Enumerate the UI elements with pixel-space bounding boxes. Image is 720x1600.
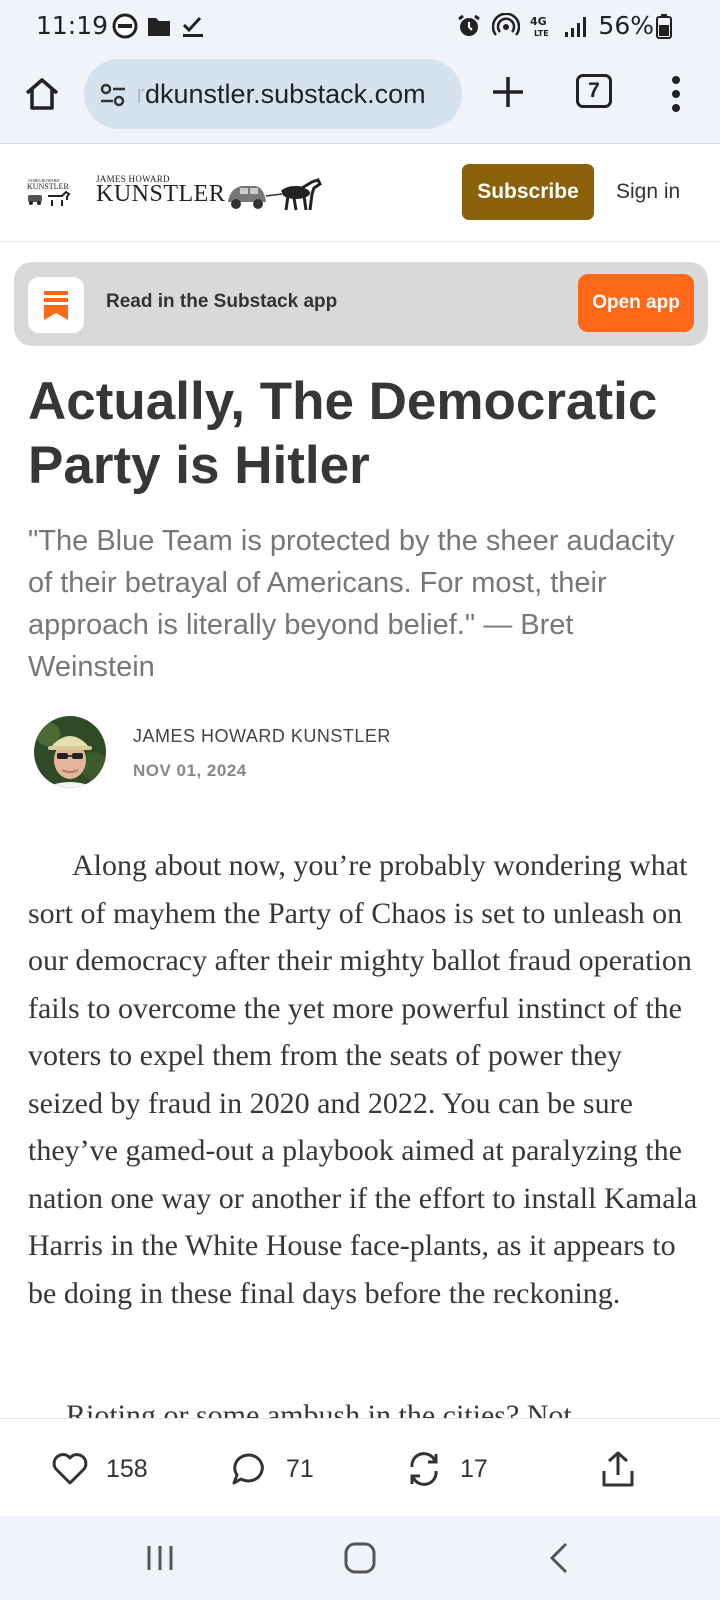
- substack-logo-icon: [44, 291, 68, 320]
- recents-icon[interactable]: [140, 1538, 180, 1578]
- folder-icon: [148, 18, 170, 36]
- plus-icon[interactable]: [488, 72, 528, 112]
- more-vert-icon[interactable]: [664, 72, 688, 116]
- lidl-app-icon: [112, 13, 138, 39]
- restack-button[interactable]: 17: [404, 1447, 488, 1491]
- article-body: Along about now, you’re probably wonderi…: [28, 842, 704, 1317]
- battery-percent: 56%: [598, 11, 654, 40]
- publication-logo[interactable]: JAMES HOWARD KUNSTLER: [96, 174, 336, 216]
- app-banner: Read in the Substack app Open app: [14, 262, 708, 346]
- sign-in-link[interactable]: Sign in: [616, 180, 680, 204]
- app-banner-text: Read in the Substack app: [106, 291, 338, 312]
- heart-icon: [52, 1453, 88, 1485]
- restack-icon: [410, 1452, 438, 1486]
- signal-icon: [565, 16, 587, 37]
- battery-icon: [656, 13, 672, 39]
- comment-button[interactable]: 71: [230, 1447, 314, 1491]
- back-icon[interactable]: [540, 1538, 580, 1578]
- tune-icon[interactable]: [98, 80, 128, 110]
- body-paragraph-peek: Rioting or some ambush in the cities? No…: [66, 1399, 572, 1418]
- system-icons: 4G LTE 56%: [456, 11, 672, 40]
- status-time: 11:19: [36, 11, 109, 40]
- nav-home-icon[interactable]: [340, 1538, 380, 1578]
- home-icon[interactable]: [22, 74, 62, 114]
- lte-icon: 4G LTE: [530, 15, 549, 38]
- browser-toolbar: rdkunstler.substack.com 7: [0, 52, 720, 144]
- svg-text:4G: 4G: [530, 15, 547, 28]
- address-bar[interactable]: rdkunstler.substack.com: [84, 59, 462, 129]
- publication-logo-small[interactable]: JAMES HOWARD KUNSTLER: [26, 176, 74, 208]
- svg-text:LTE: LTE: [534, 29, 549, 38]
- tab-switcher-button[interactable]: 7: [576, 74, 612, 108]
- logo-name: KUNSTLER: [96, 181, 226, 207]
- subscribe-button[interactable]: Subscribe: [462, 164, 594, 220]
- url-domain: dkunstler.substack.com: [145, 79, 426, 109]
- url-text: rdkunstler.substack.com: [136, 79, 426, 110]
- author-avatar[interactable]: [34, 716, 106, 788]
- status-bar: 11:19 4G LTE 56%: [0, 0, 720, 52]
- author-name[interactable]: JAMES HOWARD KUNSTLER: [133, 726, 391, 747]
- substack-app-icon: [28, 277, 84, 333]
- task-check-icon: [182, 16, 203, 37]
- post-date: NOV 01, 2024: [133, 761, 247, 780]
- site-header: JAMES HOWARD KUNSTLER JAMES HOWARD KUNST…: [0, 144, 720, 242]
- open-app-button[interactable]: Open app: [578, 274, 694, 332]
- author-photo: [34, 716, 106, 788]
- article-subtitle: "The Blue Team is protected by the sheer…: [28, 525, 675, 683]
- notification-icons: [112, 13, 206, 39]
- system-navigation-bar: [0, 1516, 720, 1600]
- svg-text:KUNSTLER: KUNSTLER: [27, 182, 69, 191]
- share-icon: [602, 1451, 634, 1487]
- article-title: Actually, The Democratic Party is Hitler: [28, 372, 658, 495]
- restack-count: 17: [460, 1454, 488, 1483]
- comment-icon: [232, 1453, 264, 1485]
- like-count: 158: [106, 1454, 148, 1483]
- engagement-bar: 158 71 17: [0, 1418, 720, 1516]
- comment-count: 71: [286, 1454, 314, 1483]
- tab-count: 7: [588, 79, 600, 102]
- url-faded-prefix: r: [136, 79, 145, 109]
- like-button[interactable]: 158: [50, 1447, 148, 1491]
- car-horse-illustration: [228, 178, 322, 211]
- hotspot-icon: [492, 12, 521, 36]
- share-button[interactable]: [598, 1447, 638, 1491]
- body-paragraph: Along about now, you’re probably wonderi…: [28, 849, 698, 1310]
- alarm-icon: [458, 14, 481, 36]
